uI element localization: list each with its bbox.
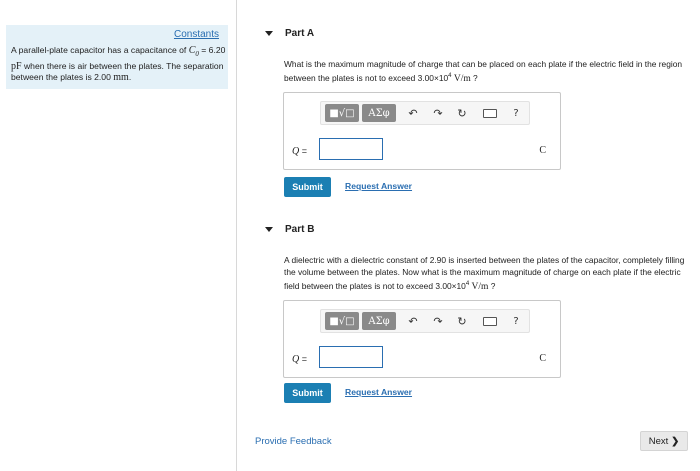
part-b-answer-box: ■√□ ΑΣφ ↶ ↷ ↻ ? Q = C	[283, 300, 561, 378]
next-label: Next	[648, 435, 669, 447]
problem-statement: A parallel-plate capacitor has a capacit…	[11, 45, 226, 83]
provide-feedback-link[interactable]: Provide Feedback	[255, 436, 332, 447]
keyboard-icon[interactable]	[481, 313, 499, 329]
templates-button[interactable]: ■√□	[325, 312, 359, 330]
request-answer-link[interactable]: Request Answer	[345, 181, 412, 191]
templates-button[interactable]: ■√□	[325, 104, 359, 122]
field-limit-unit: V/m	[453, 73, 471, 84]
answer-input[interactable]	[319, 138, 383, 160]
chevron-right-icon: ❯	[671, 435, 680, 447]
part-b-title: Part B	[285, 224, 315, 235]
collapse-caret-icon[interactable]	[265, 227, 273, 232]
part-a-answer-box: ■√□ ΑΣφ ↶ ↷ ↻ ? Q = C	[283, 92, 561, 170]
greek-symbols-button[interactable]: ΑΣφ	[362, 312, 396, 330]
submit-button[interactable]: Submit	[284, 177, 331, 197]
greek-symbols-button[interactable]: ΑΣφ	[362, 104, 396, 122]
next-button[interactable]: Next ❯	[640, 431, 688, 451]
answer-unit: C	[539, 353, 546, 364]
redo-icon[interactable]: ↷	[431, 313, 445, 329]
separation-value: 2.00	[94, 72, 111, 82]
capacitance-unit: pF	[11, 60, 22, 72]
constants-link[interactable]: Constants	[174, 29, 219, 40]
request-answer-link[interactable]: Request Answer	[345, 387, 412, 397]
field-limit-unit: V/m	[471, 281, 489, 292]
answer-input[interactable]	[319, 346, 383, 368]
problem-intro: A parallel-plate capacitor has a capacit…	[11, 45, 187, 55]
reset-icon[interactable]: ↻	[455, 105, 469, 121]
redo-icon[interactable]: ↷	[431, 105, 445, 121]
answer-label: Q =	[292, 146, 307, 157]
submit-button[interactable]: Submit	[284, 383, 331, 403]
problem-statement-box: Constants A parallel-plate capacitor has…	[6, 25, 228, 89]
field-limit-value: 3.00×104	[417, 72, 452, 83]
field-limit-value: 3.00×104	[435, 280, 470, 291]
capacitance-value: = 6.20	[201, 45, 226, 55]
answer-label: Q =	[292, 354, 307, 365]
help-icon[interactable]: ?	[509, 313, 523, 329]
keyboard-icon[interactable]	[481, 105, 499, 121]
help-icon[interactable]: ?	[509, 105, 523, 121]
left-panel: Constants A parallel-plate capacitor has…	[0, 0, 237, 471]
reset-icon[interactable]: ↻	[455, 313, 469, 329]
math-toolbar: ■√□ ΑΣφ ↶ ↷ ↻ ?	[320, 309, 530, 333]
part-b-question: A dielectric with a dielectric constant …	[284, 255, 685, 292]
undo-icon[interactable]: ↶	[406, 105, 420, 121]
capacitance-symbol: C0	[188, 45, 199, 58]
part-a-question: What is the maximum magnitude of charge …	[284, 59, 683, 84]
part-b-header[interactable]: Part B	[261, 216, 689, 246]
undo-icon[interactable]: ↶	[406, 313, 420, 329]
collapse-caret-icon[interactable]	[265, 31, 273, 36]
part-a-header[interactable]: Part A	[261, 20, 689, 50]
separation-unit: mm	[113, 72, 129, 83]
part-a-title: Part A	[285, 28, 315, 39]
math-toolbar: ■√□ ΑΣφ ↶ ↷ ↻ ?	[320, 101, 530, 125]
answer-unit: C	[539, 145, 546, 156]
